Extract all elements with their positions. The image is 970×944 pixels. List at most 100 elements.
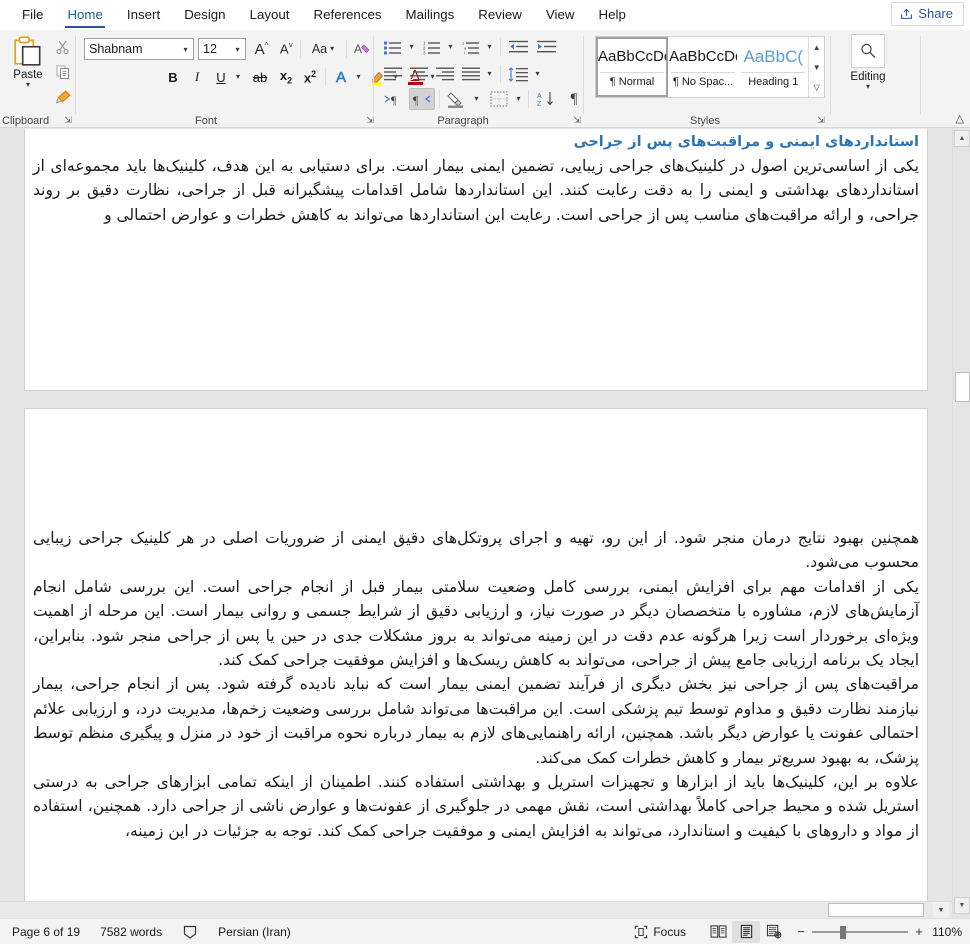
tab-design[interactable]: Design: [172, 5, 237, 30]
italic-icon: I: [194, 69, 200, 84]
vertical-scrollbar[interactable]: ▲ ▼: [952, 129, 970, 915]
line-spacing-dropdown[interactable]: ▾: [531, 63, 544, 85]
document-paragraph: یکی از اساسی‌ترین اصول در کلینیک‌های جرا…: [33, 157, 919, 224]
vertical-scroll-thumb[interactable]: [955, 372, 970, 402]
line-spacing-button[interactable]: [505, 63, 531, 85]
scroll-down-button[interactable]: ▼: [954, 897, 970, 914]
bold-button[interactable]: B: [162, 66, 184, 88]
styles-gallery-scroll[interactable]: ▲ ▼ ▽: [808, 37, 824, 97]
multilevel-list-button[interactable]: 1 a i: [459, 36, 483, 58]
chevron-down-icon[interactable]: ▾: [230, 39, 245, 59]
zoom-out-button[interactable]: −: [796, 924, 806, 939]
chevron-down-icon[interactable]: ▾: [866, 83, 870, 91]
align-center-button[interactable]: [407, 63, 431, 85]
zoom-thumb[interactable]: [840, 925, 846, 939]
zoom-slider[interactable]: − +: [796, 924, 924, 939]
clear-formatting-button[interactable]: A: [350, 38, 374, 60]
group-separator: [583, 36, 584, 114]
document-canvas[interactable]: استانداردهای ایمنی و مراقبت‌های پس از جر…: [0, 129, 952, 915]
tab-view[interactable]: View: [534, 5, 587, 30]
grow-font-button[interactable]: A^: [250, 38, 273, 60]
editing-button[interactable]: Editing ▾: [840, 34, 896, 112]
style-item-no-spacing[interactable]: AaBbCcDc ¶ No Spac...: [668, 37, 738, 97]
borders-dropdown[interactable]: ▾: [512, 88, 525, 110]
clipboard-dialog-launcher[interactable]: ⇲: [62, 114, 74, 126]
styles-scroll-down-button[interactable]: ▼: [809, 57, 824, 77]
change-case-button[interactable]: Aa ▾: [304, 38, 342, 60]
shading-button[interactable]: [444, 88, 470, 110]
borders-button[interactable]: [486, 88, 512, 110]
horizontal-scrollbar[interactable]: ▼: [0, 901, 952, 918]
text-effects-button[interactable]: A: [329, 66, 353, 88]
collapse-ribbon-button[interactable]: △: [956, 112, 964, 125]
zoom-level[interactable]: 110%: [932, 925, 970, 939]
chevron-down-icon[interactable]: ▾: [26, 81, 30, 89]
language-indicator[interactable]: Persian (Iran): [208, 925, 301, 939]
numbering-dropdown[interactable]: ▾: [444, 36, 457, 58]
underline-dropdown[interactable]: ▾: [231, 66, 245, 88]
right-to-left-button[interactable]: ¶: [409, 88, 435, 110]
word-count[interactable]: 7582 words: [90, 925, 172, 939]
align-right-button[interactable]: [433, 63, 457, 85]
numbering-button[interactable]: 1 2 3: [420, 36, 444, 58]
chevron-down-icon[interactable]: ▾: [330, 45, 334, 53]
proofing-status-button[interactable]: [172, 924, 208, 940]
subscript-button[interactable]: x2: [274, 66, 298, 88]
document-page-1[interactable]: استانداردهای ایمنی و مراقبت‌های پس از جر…: [24, 129, 928, 391]
superscript-button[interactable]: x2: [298, 66, 322, 88]
change-case-icon: Aa: [311, 42, 328, 56]
styles-more-button[interactable]: ▽: [809, 77, 824, 97]
zoom-in-button[interactable]: +: [914, 924, 924, 939]
horizontal-scroll-thumb[interactable]: [828, 903, 924, 917]
web-layout-button[interactable]: [760, 921, 788, 943]
copy-button[interactable]: [52, 61, 74, 83]
paste-button[interactable]: Paste ▾: [6, 34, 50, 110]
read-mode-button[interactable]: [704, 921, 732, 943]
strikethrough-button[interactable]: ab: [248, 66, 272, 88]
tab-review[interactable]: Review: [466, 5, 534, 30]
shrink-font-icon: A˅: [279, 41, 294, 57]
scroll-right-button[interactable]: ▼: [933, 902, 949, 918]
tab-insert[interactable]: Insert: [115, 5, 172, 30]
tab-mailings[interactable]: Mailings: [394, 5, 467, 30]
show-formatting-marks-button[interactable]: ¶: [563, 88, 585, 110]
text-effects-dropdown[interactable]: ▾: [352, 66, 365, 88]
share-button[interactable]: Share: [891, 2, 964, 26]
justify-button[interactable]: [459, 63, 483, 85]
paragraph-dialog-launcher[interactable]: ⇲: [571, 114, 583, 126]
scroll-up-button[interactable]: ▲: [954, 130, 970, 147]
bullets-dropdown[interactable]: ▾: [405, 36, 418, 58]
align-left-button[interactable]: [381, 63, 405, 85]
document-page-2[interactable]: همچنین بهبود نتایج درمان منجر شود. از ای…: [24, 408, 928, 915]
decrease-indent-button[interactable]: [505, 36, 531, 58]
left-to-right-button[interactable]: ¶: [381, 88, 407, 110]
tab-file[interactable]: File: [10, 5, 55, 30]
font-size-combo[interactable]: 12 ▾: [198, 38, 246, 60]
styles-gallery[interactable]: AaBbCcDc ¶ Normal AaBbCcDc ¶ No Spac... …: [595, 36, 825, 98]
format-painter-button[interactable]: [52, 86, 74, 108]
font-name-combo[interactable]: Shabnam ▾: [84, 38, 194, 60]
justify-dropdown[interactable]: ▾: [483, 63, 496, 85]
sort-button[interactable]: A Z: [533, 88, 559, 110]
zoom-track[interactable]: [812, 925, 908, 939]
styles-scroll-up-button[interactable]: ▲: [809, 37, 824, 57]
style-item-heading-1[interactable]: AaBbC( Heading 1: [738, 37, 808, 97]
increase-indent-button[interactable]: [533, 36, 559, 58]
page-indicator[interactable]: Page 6 of 19: [0, 925, 90, 939]
underline-button[interactable]: U: [210, 66, 232, 88]
styles-dialog-launcher[interactable]: ⇲: [815, 114, 827, 126]
tab-references[interactable]: References: [302, 5, 394, 30]
italic-button[interactable]: I: [186, 66, 208, 88]
style-item-normal[interactable]: AaBbCcDc ¶ Normal: [596, 37, 668, 97]
multilevel-list-dropdown[interactable]: ▾: [483, 36, 496, 58]
print-layout-button[interactable]: [732, 920, 760, 943]
tab-home[interactable]: Home: [55, 5, 114, 30]
tab-help[interactable]: Help: [587, 5, 638, 30]
bullets-button[interactable]: [381, 36, 405, 58]
chevron-down-icon[interactable]: ▾: [178, 39, 193, 59]
shrink-font-button[interactable]: A˅: [275, 38, 298, 60]
shading-dropdown[interactable]: ▾: [470, 88, 483, 110]
tab-layout[interactable]: Layout: [238, 5, 302, 30]
cut-button[interactable]: [52, 36, 74, 58]
focus-mode-button[interactable]: Focus: [624, 925, 696, 939]
